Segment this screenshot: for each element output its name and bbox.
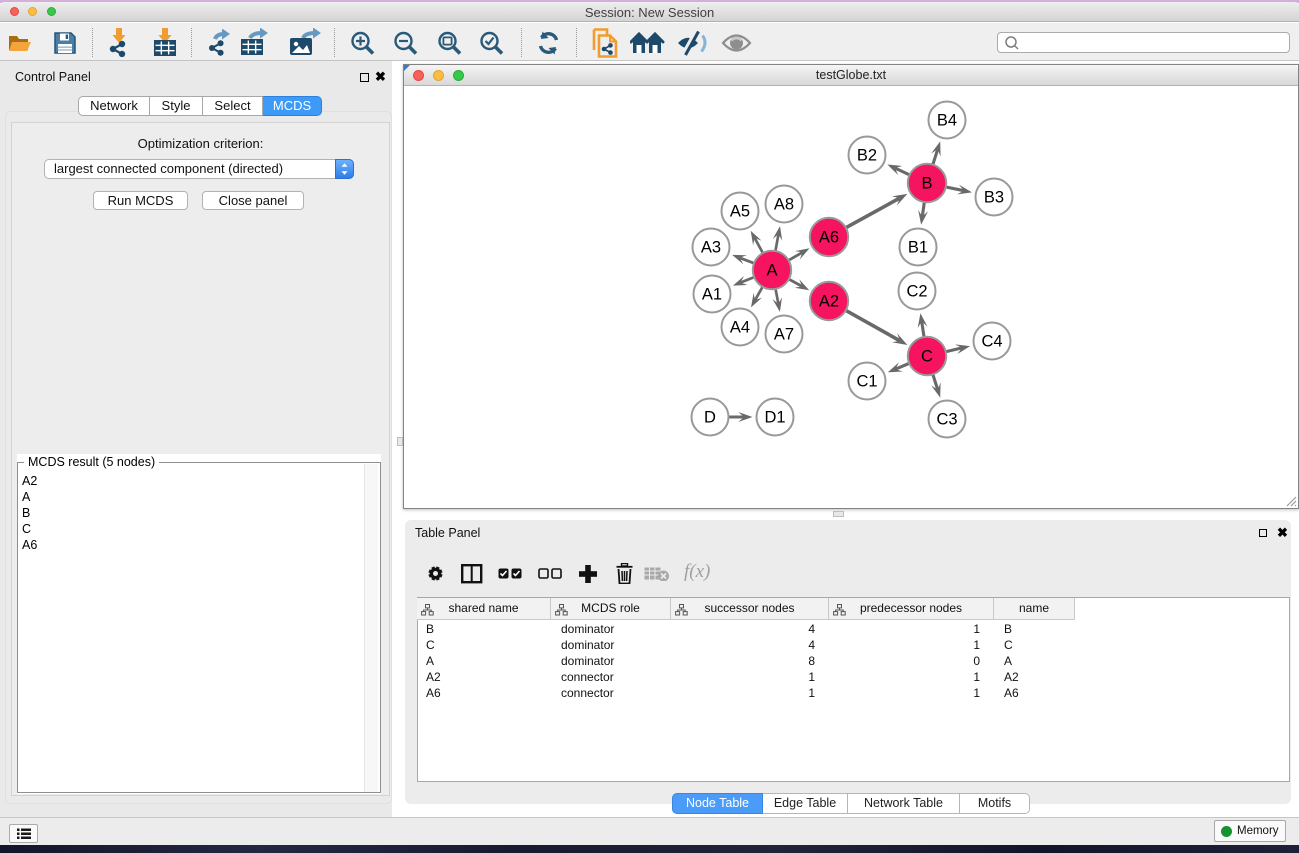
svg-text:C3: C3 — [936, 411, 957, 429]
svg-text:A7: A7 — [774, 326, 794, 344]
svg-text:A: A — [766, 262, 777, 280]
svg-text:A2: A2 — [819, 293, 839, 311]
svg-text:A4: A4 — [730, 319, 750, 337]
svg-text:A5: A5 — [730, 203, 750, 221]
svg-text:A1: A1 — [702, 286, 722, 304]
svg-text:B3: B3 — [984, 189, 1004, 207]
svg-text:A6: A6 — [819, 229, 839, 247]
svg-text:C1: C1 — [856, 373, 877, 391]
svg-text:B2: B2 — [857, 147, 877, 165]
svg-text:C: C — [921, 348, 933, 366]
svg-text:B: B — [921, 175, 932, 193]
svg-text:B1: B1 — [908, 239, 928, 257]
svg-text:B4: B4 — [937, 112, 957, 130]
svg-text:A3: A3 — [701, 239, 721, 257]
svg-text:D: D — [704, 409, 716, 427]
svg-text:A8: A8 — [774, 196, 794, 214]
svg-text:C4: C4 — [981, 333, 1002, 351]
svg-text:D1: D1 — [764, 409, 785, 427]
svg-text:C2: C2 — [906, 283, 927, 301]
